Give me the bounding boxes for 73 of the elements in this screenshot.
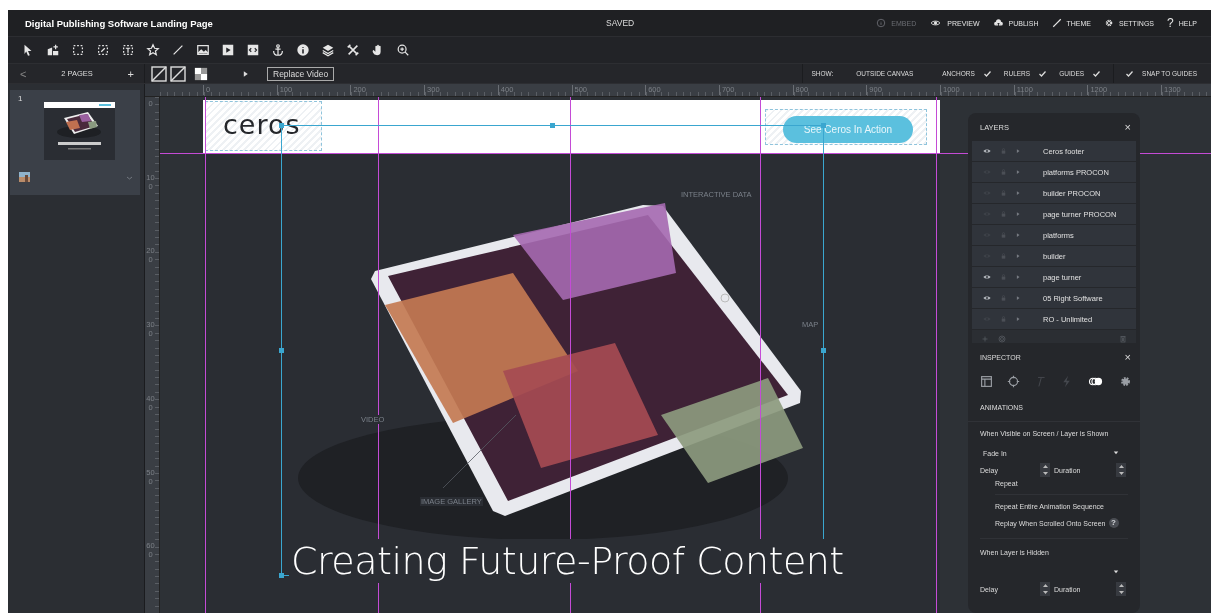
expand-icon[interactable]	[1015, 231, 1021, 239]
star-tool[interactable]	[145, 42, 161, 58]
add-page-icon	[46, 43, 60, 57]
close-button[interactable]: ×	[1124, 351, 1131, 363]
pen-frame-tool[interactable]	[95, 42, 111, 58]
expand-icon[interactable]	[1015, 210, 1021, 218]
info-icon	[296, 43, 310, 57]
layers-icon	[321, 43, 335, 57]
number-spinner[interactable]	[1040, 463, 1050, 477]
headline: Creating Future-Proof Content	[289, 539, 846, 583]
no-stroke-button[interactable]	[170, 65, 186, 82]
add-page-button[interactable]: +	[125, 67, 136, 80]
page-thumbnail	[44, 102, 115, 160]
expand-icon[interactable]	[1015, 315, 1021, 323]
tools-tool[interactable]	[345, 42, 361, 58]
save-status: SAVED	[606, 18, 635, 28]
layout-icon	[980, 374, 993, 388]
number-spinner[interactable]	[1116, 463, 1126, 477]
image-icon	[19, 172, 30, 182]
replace-video-button[interactable]: Replace Video	[267, 66, 335, 81]
layers-tool[interactable]	[320, 42, 336, 58]
eye-icon[interactable]	[982, 273, 992, 281]
no-fill-icon	[151, 65, 167, 82]
previous-page-button[interactable]: <	[18, 67, 29, 80]
video-tool[interactable]	[220, 42, 236, 58]
zoom-in-tool[interactable]	[395, 42, 411, 58]
anchor-tool[interactable]	[270, 42, 286, 58]
number-spinner[interactable]	[1116, 582, 1126, 596]
page-number: 1	[18, 94, 23, 103]
text-frame-tool[interactable]	[120, 42, 136, 58]
expand-icon[interactable]	[1015, 189, 1021, 197]
chevron-down-icon	[124, 174, 135, 182]
close-button[interactable]: ×	[1124, 121, 1131, 133]
crosshair-tab[interactable]	[1006, 374, 1020, 388]
no-fill-button[interactable]	[151, 65, 167, 82]
code-icon	[246, 43, 260, 57]
transparency-button[interactable]	[194, 66, 208, 81]
select-frame-tool[interactable]	[70, 42, 86, 58]
expand-icon[interactable]	[1015, 252, 1021, 260]
video-icon	[221, 43, 235, 57]
line-icon	[171, 43, 185, 57]
dropdown-arrow-icon	[1112, 569, 1120, 575]
anchor-icon	[271, 43, 285, 57]
checker-icon	[194, 66, 208, 81]
eye-icon	[929, 18, 943, 28]
info-tool[interactable]	[295, 42, 311, 58]
image-icon	[196, 43, 210, 57]
tools-icon	[346, 43, 360, 57]
pen-frame-icon	[96, 43, 110, 57]
document-title: Digital Publishing Software Landing Page	[25, 17, 213, 29]
expand-icon[interactable]	[1015, 147, 1021, 155]
number-spinner[interactable]	[1040, 582, 1050, 596]
page-card[interactable]: 1	[10, 90, 140, 195]
expand-icon[interactable]	[1015, 273, 1021, 281]
eye-icon[interactable]	[982, 147, 992, 155]
help-icon[interactable]: ?	[1108, 518, 1119, 528]
add-page-tool[interactable]	[45, 42, 61, 58]
eye-icon[interactable]	[982, 294, 992, 302]
info-icon	[876, 18, 887, 28]
dropdown-arrow-icon	[1112, 450, 1120, 456]
help-icon: ?	[1167, 16, 1174, 30]
no-stroke-icon	[170, 65, 186, 82]
text-frame-icon	[121, 43, 135, 57]
expand-icon[interactable]	[1015, 168, 1021, 176]
code-tool[interactable]	[245, 42, 261, 58]
star-icon	[146, 43, 160, 57]
image-tool[interactable]	[195, 42, 211, 58]
cloud-icon	[992, 18, 1004, 28]
layout-tab[interactable]	[980, 374, 993, 388]
zoom-in-icon	[396, 43, 410, 57]
crosshair-icon	[1006, 374, 1020, 388]
select-frame-icon	[71, 43, 85, 57]
expand-icon[interactable]	[1015, 294, 1021, 302]
